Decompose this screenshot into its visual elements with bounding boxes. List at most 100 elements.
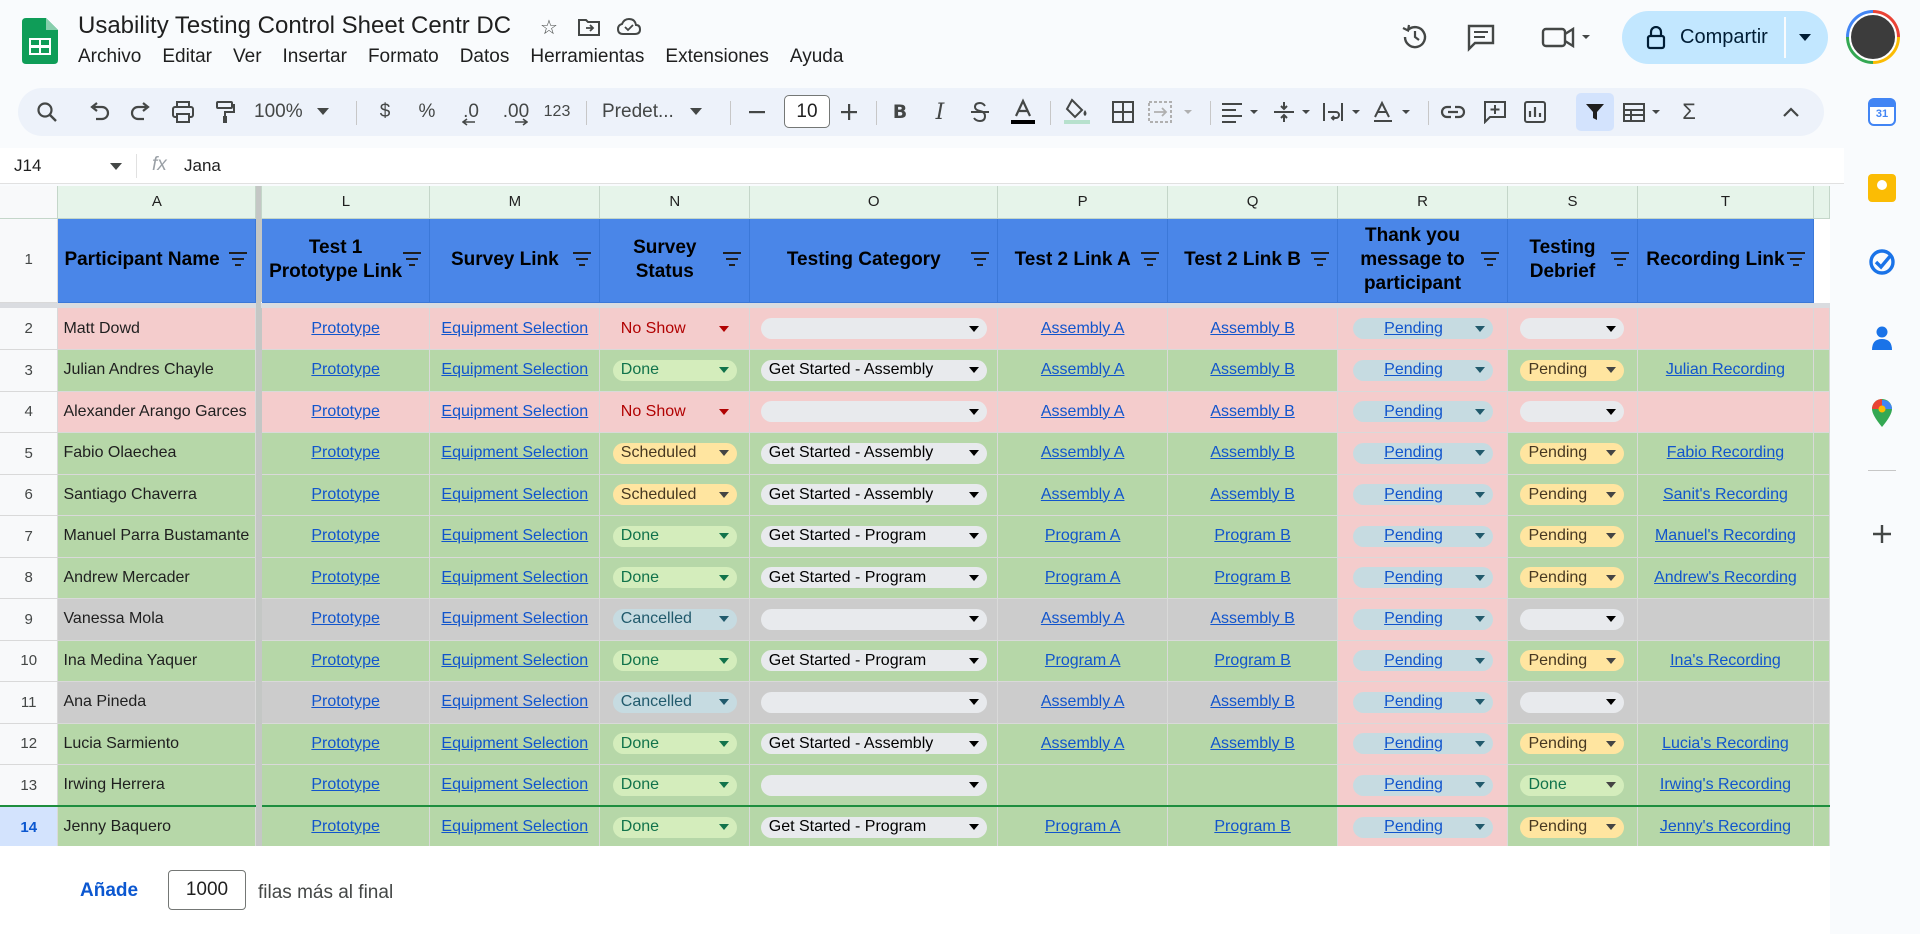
horizontal-align-icon[interactable]: [1218, 88, 1268, 136]
testing-debrief-cell[interactable]: Done: [1507, 764, 1638, 807]
prototype-link[interactable]: Prototype: [311, 444, 379, 461]
currency-format-button[interactable]: $: [370, 88, 400, 136]
test2-link-a[interactable]: Assembly A: [1041, 735, 1125, 752]
keep-icon[interactable]: [1868, 174, 1896, 202]
survey-link[interactable]: Equipment Selection: [441, 818, 588, 835]
prototype-link-cell[interactable]: Prototype: [261, 805, 431, 848]
test2-link-b-cell[interactable]: Assembly B: [1167, 723, 1339, 765]
recording-link-cell[interactable]: [1637, 391, 1814, 433]
survey-status-dropdown[interactable]: Done: [612, 650, 737, 672]
test2-link-a-cell[interactable]: Program A: [997, 515, 1169, 558]
recording-link[interactable]: Andrew's Recording: [1654, 569, 1797, 586]
testing-debrief-cell[interactable]: [1507, 391, 1638, 433]
add-rows-button[interactable]: Añade: [80, 880, 138, 902]
name-box[interactable]: J14: [14, 156, 41, 176]
survey-link[interactable]: Equipment Selection: [441, 652, 588, 669]
recording-link[interactable]: Sanit's Recording: [1663, 486, 1788, 503]
survey-link-cell[interactable]: Equipment Selection: [429, 723, 601, 765]
menu-formato[interactable]: Formato: [368, 46, 449, 68]
test2-link-b-cell[interactable]: Program B: [1167, 515, 1339, 558]
survey-status-cell[interactable]: Scheduled: [599, 474, 751, 516]
test2-link-a[interactable]: Assembly A: [1041, 403, 1125, 420]
header-cell[interactable]: Test 1 Prototype Link: [261, 218, 431, 303]
filter-icon[interactable]: [723, 251, 742, 266]
participant-name-cell[interactable]: Jenny Baquero: [57, 805, 257, 848]
test2-link-a-cell[interactable]: Program A: [997, 557, 1169, 599]
text-wrapping-icon[interactable]: [1320, 88, 1370, 136]
prototype-link[interactable]: Prototype: [311, 652, 379, 669]
survey-status-dropdown[interactable]: Done: [612, 816, 737, 838]
frozen-column-divider[interactable]: [256, 186, 261, 934]
survey-status-dropdown[interactable]: Done: [612, 359, 737, 381]
thank-you-cell[interactable]: Pending: [1337, 515, 1508, 558]
menu-datos[interactable]: Datos: [460, 46, 520, 68]
participant-name-cell[interactable]: Ina Medina Yaquer: [57, 640, 257, 682]
more-formats-button[interactable]: 123: [540, 88, 574, 136]
test2-link-b-cell[interactable]: Program B: [1167, 640, 1339, 682]
recording-link-cell[interactable]: Manuel's Recording: [1637, 515, 1814, 558]
header-cell[interactable]: Survey Status: [599, 218, 751, 303]
testing-debrief-dropdown[interactable]: [1520, 691, 1625, 713]
filter-icon[interactable]: [971, 251, 990, 266]
testing-category-cell[interactable]: Get Started - Assembly: [749, 723, 999, 765]
column-header-a[interactable]: A: [57, 186, 257, 219]
testing-category-dropdown[interactable]: Get Started - Program: [760, 650, 987, 672]
formula-input[interactable]: Jana: [184, 156, 221, 176]
testing-debrief-dropdown[interactable]: Done: [1520, 774, 1625, 796]
decrease-decimal-button[interactable]: .0: [454, 88, 488, 136]
star-icon[interactable]: ☆: [536, 14, 562, 40]
survey-link-cell[interactable]: Equipment Selection: [429, 515, 601, 558]
testing-category-cell[interactable]: [749, 681, 999, 724]
prototype-link[interactable]: Prototype: [311, 486, 379, 503]
survey-status-cell[interactable]: Done: [599, 515, 751, 558]
menu-ver[interactable]: Ver: [233, 46, 272, 68]
print-icon[interactable]: [168, 88, 198, 136]
recording-link-cell[interactable]: [1637, 598, 1814, 641]
filter-icon[interactable]: [1311, 251, 1330, 266]
survey-status-dropdown[interactable]: Done: [612, 774, 737, 796]
test2-link-a[interactable]: Assembly A: [1041, 693, 1125, 710]
survey-status-cell[interactable]: No Show: [599, 391, 751, 433]
menu-extensiones[interactable]: Extensiones: [665, 46, 779, 68]
prototype-link[interactable]: Prototype: [311, 320, 379, 337]
column-header[interactable]: N: [599, 186, 751, 219]
participant-name-cell[interactable]: Lucia Sarmiento: [57, 723, 257, 765]
add-addon-icon[interactable]: [1868, 520, 1896, 548]
testing-debrief-dropdown[interactable]: Pending: [1520, 359, 1625, 381]
prototype-link-cell[interactable]: Prototype: [261, 349, 431, 392]
test2-link-a-cell[interactable]: Program A: [997, 805, 1169, 848]
testing-debrief-cell[interactable]: Pending: [1507, 474, 1638, 516]
testing-category-dropdown[interactable]: [760, 318, 987, 339]
filter-icon[interactable]: [573, 251, 592, 266]
testing-debrief-cell[interactable]: Pending: [1507, 723, 1638, 765]
testing-category-dropdown[interactable]: Get Started - Assembly: [760, 484, 987, 506]
fill-color-icon[interactable]: [1060, 88, 1094, 136]
recording-link-cell[interactable]: Fabio Recording: [1637, 432, 1814, 475]
zoom-select[interactable]: 100%: [254, 88, 340, 136]
survey-status-cell[interactable]: Cancelled: [599, 681, 751, 724]
test2-link-a[interactable]: Assembly A: [1041, 486, 1125, 503]
testing-debrief-cell[interactable]: [1507, 681, 1638, 724]
testing-debrief-dropdown[interactable]: Pending: [1520, 567, 1625, 589]
recording-link-cell[interactable]: Julian Recording: [1637, 349, 1814, 392]
recording-link[interactable]: Julian Recording: [1666, 361, 1785, 378]
thank-you-dropdown[interactable]: Pending: [1352, 401, 1493, 423]
row-number[interactable]: 8: [0, 557, 59, 599]
thank-you-cell[interactable]: Pending: [1337, 681, 1508, 724]
thank-you-dropdown[interactable]: Pending: [1352, 484, 1493, 506]
participant-name-cell[interactable]: Andrew Mercader: [57, 557, 257, 599]
survey-link-cell[interactable]: Equipment Selection: [429, 432, 601, 475]
thank-you-cell[interactable]: Pending: [1337, 474, 1508, 516]
thank-you-dropdown[interactable]: Pending: [1352, 359, 1493, 381]
prototype-link[interactable]: Prototype: [311, 735, 379, 752]
test2-link-a-cell[interactable]: Assembly A: [997, 723, 1169, 765]
survey-status-dropdown[interactable]: No Show: [612, 318, 737, 339]
testing-category-cell[interactable]: Get Started - Program: [749, 515, 999, 558]
survey-status-cell[interactable]: Done: [599, 640, 751, 682]
testing-category-cell[interactable]: [749, 308, 999, 350]
survey-status-cell[interactable]: Scheduled: [599, 432, 751, 475]
insert-chart-icon[interactable]: [1518, 88, 1552, 136]
survey-link-cell[interactable]: Equipment Selection: [429, 764, 601, 807]
text-rotation-icon[interactable]: [1370, 88, 1420, 136]
prototype-link-cell[interactable]: Prototype: [261, 640, 431, 682]
